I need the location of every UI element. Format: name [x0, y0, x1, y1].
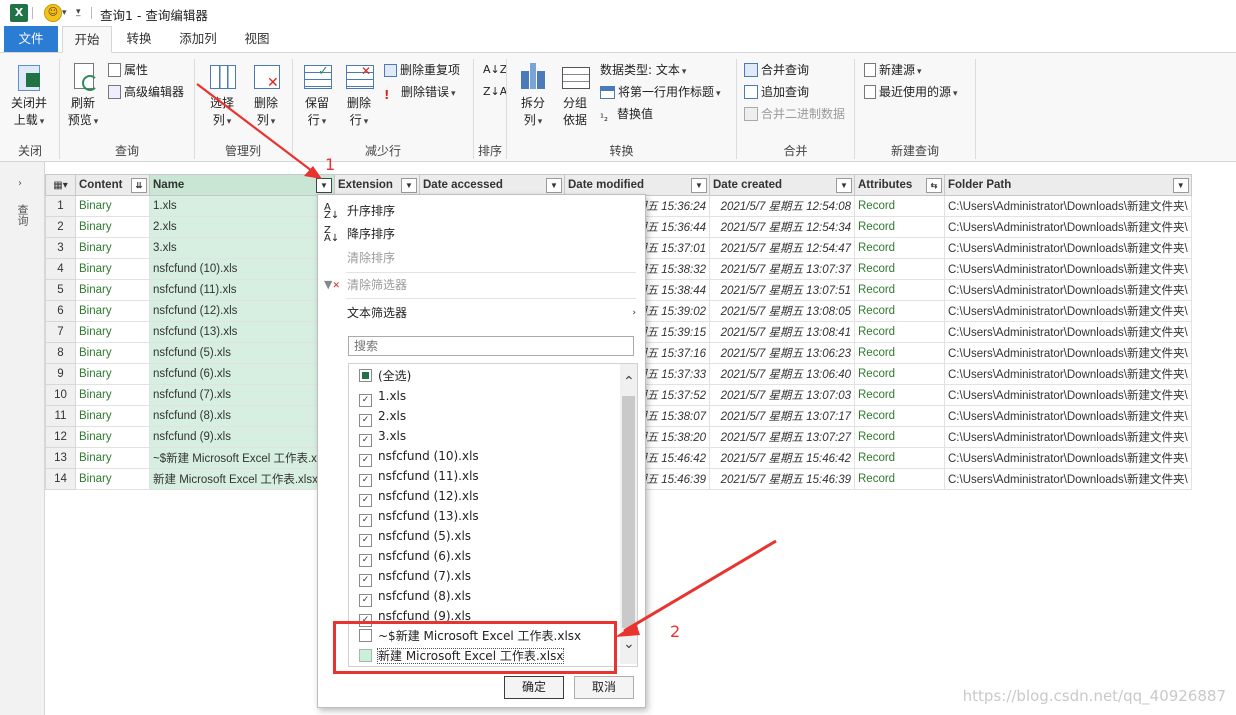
annotation-arrow-2: [623, 539, 777, 633]
annotation-arrowhead-2: [615, 623, 640, 637]
annotation-arrow-1: [196, 83, 317, 175]
annotation-overlay: [196, 83, 777, 637]
annotation-marker-2: 2: [670, 622, 681, 641]
annotation-marker-1: 1: [325, 155, 336, 174]
watermark: https://blog.csdn.net/qq_40926887: [962, 687, 1226, 705]
annotation-highlight-box: [333, 621, 617, 674]
